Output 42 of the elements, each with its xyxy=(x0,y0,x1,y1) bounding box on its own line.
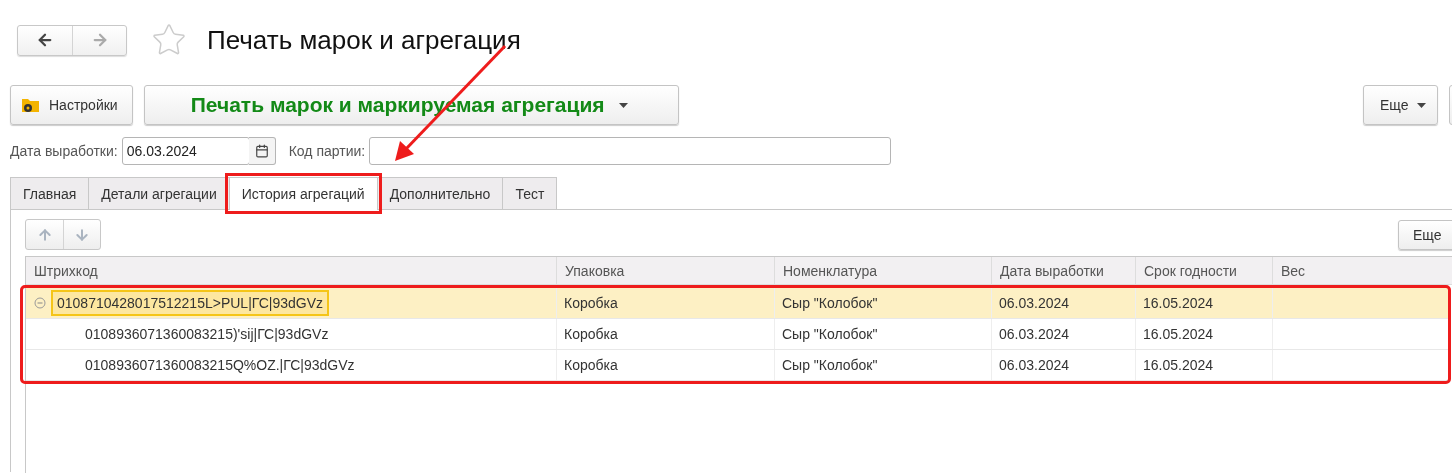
table-cell: 06.03.2024 xyxy=(991,319,1135,349)
table-cell: 16.05.2024 xyxy=(1135,319,1272,349)
more-button[interactable]: Еще xyxy=(1398,219,1452,250)
table-cell: 16.05.2024 xyxy=(1135,350,1272,380)
table-cell: Сыр "Колобок" xyxy=(774,319,991,349)
window-title: Печать марок и агрегация xyxy=(207,24,521,56)
column-header[interactable]: Упаковка xyxy=(556,257,774,285)
table-row[interactable]: 0108936071360083215Q%OZ.|ГС|93dGVz Коробка Сыр "Колобок" 06.03.2024 16.05.2024 xyxy=(26,350,1448,381)
table-row[interactable]: 0108936071360083215)'sij|ГС|93dGVz Коробка Сыр "Колобок" 06.03.2024 16.05.2024 xyxy=(26,319,1448,350)
table-cell: Коробка xyxy=(556,288,774,318)
tab[interactable]: Тест xyxy=(502,177,558,209)
tab[interactable]: Дополнительно xyxy=(376,177,504,209)
column-header[interactable]: Срок годности xyxy=(1135,257,1272,285)
table-cell: Коробка xyxy=(556,350,774,380)
caret-icon xyxy=(618,102,628,108)
table-cell-text: 0108936071360083215)'sij|ГС|93dGVz xyxy=(84,325,330,344)
column-header[interactable]: Дата выработки xyxy=(991,257,1135,285)
settings-button[interactable]: Настройки xyxy=(10,85,133,125)
table-cell: 16.05.2024 xyxy=(1135,288,1272,318)
column-header[interactable]: Вес xyxy=(1272,257,1452,285)
field-label: Код партии: xyxy=(288,143,366,159)
calendar-button[interactable] xyxy=(248,137,276,165)
input-field[interactable] xyxy=(369,137,892,165)
date-field[interactable]: 06.03.2024 xyxy=(121,137,250,165)
tab[interactable]: Главная xyxy=(10,177,90,209)
table-cell: 06.03.2024 xyxy=(991,288,1135,318)
table-cell: Коробка xyxy=(556,319,774,349)
table-cell-text: 0108936071360083215Q%OZ.|ГС|93dGVz xyxy=(84,356,356,375)
table-row[interactable]: 0108710428017512215L>PUL|ГС|93dGVz Коробка Сыр "Колобок" 06.03.2024 16.05.2024 xyxy=(26,288,1448,319)
table-cell: 0108710428017512215L>PUL|ГС|93dGVz xyxy=(51,290,330,316)
collapse-icon[interactable] xyxy=(34,297,46,309)
calendar-icon xyxy=(254,144,269,158)
caret-icon xyxy=(1416,102,1426,108)
table-cell: 06.03.2024 xyxy=(991,350,1135,380)
field-label: Дата выработки: xyxy=(10,143,118,159)
table-cell: Сыр "Колобок" xyxy=(774,350,991,380)
table-cell: Сыр "Колобок" xyxy=(774,288,991,318)
more-button[interactable]: Еще xyxy=(1363,85,1438,125)
column-header[interactable]: Номенклатура xyxy=(774,257,991,285)
folder-gear-icon xyxy=(21,96,41,114)
tab[interactable]: Детали агрегации xyxy=(88,177,230,209)
column-header[interactable]: Штрихкод xyxy=(26,257,556,285)
